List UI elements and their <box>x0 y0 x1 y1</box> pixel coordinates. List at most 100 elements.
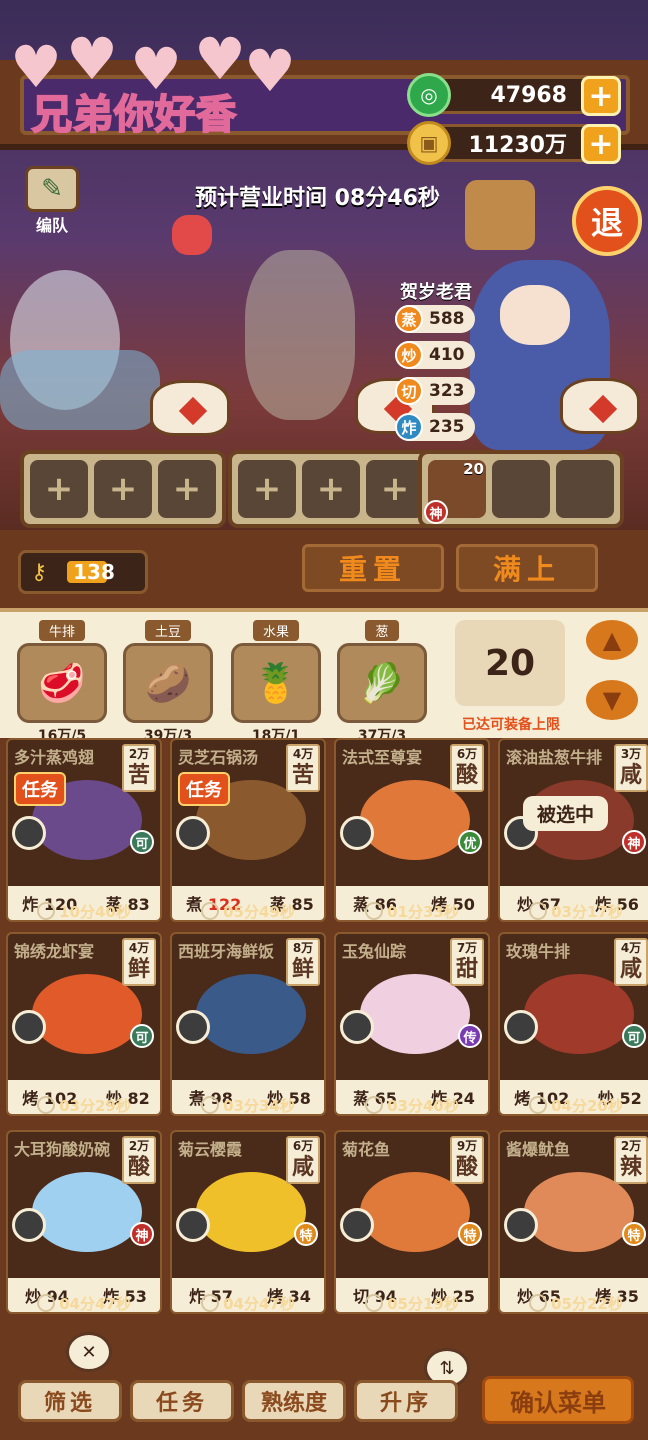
limit-warning: 已达可装备上限 <box>462 717 560 733</box>
recipe-price: 9万酸 <box>450 1136 484 1184</box>
recipe-card[interactable]: 多汁蒸鸡翅 2万苦任务可炸 120 蒸 83 <box>6 738 162 922</box>
recipe-card[interactable]: 大耳狗酸奶碗 2万酸神炒 94 炸 53 <box>6 1130 162 1314</box>
add-jade-button[interactable]: + <box>581 76 621 116</box>
decrease-arrow[interactable]: ▼ <box>586 680 638 720</box>
filter-button[interactable]: 筛选 <box>18 1380 122 1422</box>
empty-slot[interactable] <box>492 460 550 518</box>
sort-button[interactable]: 升序 <box>354 1380 458 1422</box>
taste-value: 酸 <box>127 1155 150 1180</box>
rank-badge: 特 <box>458 1222 482 1246</box>
helper-car <box>0 350 160 430</box>
taste-value: 辣 <box>619 1155 642 1180</box>
recipe-card[interactable]: 玫瑰牛排 4万咸可烤 102 炒 52 <box>498 932 648 1116</box>
stat-value: 588 <box>429 309 465 329</box>
price-value: 7万 <box>456 941 478 955</box>
clock-icon <box>201 1096 220 1114</box>
timer-value: 05分49秒 <box>223 902 295 921</box>
proficiency-button[interactable]: 熟练度 <box>242 1380 346 1422</box>
chef-avatar-icon <box>176 1208 210 1242</box>
recipe-card[interactable]: 玉兔仙踪 7万甜传蒸 65 炸 24 <box>334 932 490 1116</box>
fruit-icon: 🍍 <box>231 643 321 723</box>
recipe-card[interactable]: 法式至尊宴 6万酸优蒸 86 烤 50 <box>334 738 490 922</box>
recipe-card[interactable]: 酱爆鱿鱼 2万辣特炒 65 烤 35 <box>498 1130 648 1314</box>
recipe-card[interactable]: 西班牙海鲜饭 8万鲜煮 98 炒 58 <box>170 932 326 1116</box>
cook-timer: 04分47秒 <box>170 1290 326 1316</box>
steak-icon: 🥩 <box>17 643 107 723</box>
add-coins-button[interactable]: + <box>581 124 621 164</box>
ingredient-scallion[interactable]: 葱 🥬 37万/3 <box>334 620 430 745</box>
taste-value: 咸 <box>619 957 642 982</box>
cook-timer: 03分29秒 <box>6 1092 162 1118</box>
recipe-price: 2万酸 <box>122 1136 156 1184</box>
recipe-name: 玉兔仙踪 <box>342 942 407 961</box>
timer-value: 04分20秒 <box>551 1096 623 1115</box>
ingredient-steak[interactable]: 牛排 🥩 16万/5 <box>14 620 110 745</box>
chef-avatar-icon <box>176 816 210 850</box>
reset-button[interactable]: 重置 <box>302 544 444 592</box>
rank-badge: 神 <box>424 500 448 524</box>
chef-avatar-icon <box>12 816 46 850</box>
edit-team-label: 编队 <box>35 216 68 235</box>
recipe-price: 4万咸 <box>614 938 648 986</box>
confirm-menu-button[interactable]: 确认菜单 <box>482 1376 634 1424</box>
recipe-card[interactable]: 锦绣龙虾宴 4万鲜可烤 102 炒 82 <box>6 932 162 1116</box>
equipped-dish-slot[interactable]: 20 神 <box>424 460 486 524</box>
stat-value: 323 <box>429 381 465 401</box>
taste-value: 咸 <box>619 763 642 788</box>
key-icon: ⚷ <box>31 559 48 585</box>
coin-icon: ▣ <box>407 121 451 165</box>
recipe-card[interactable]: 菊花鱼 9万酸特切 94 炒 25 <box>334 1130 490 1314</box>
jade-icon: ◎ <box>407 73 451 117</box>
task-badge: 任务 <box>14 772 66 806</box>
empty-slot[interactable] <box>556 460 614 518</box>
cut-icon: 切 <box>395 377 423 405</box>
clock-icon <box>37 1096 56 1114</box>
edit-team-button[interactable]: ✎ 编队 <box>20 166 84 236</box>
team-book-icon: ✎ <box>25 166 79 212</box>
back-button[interactable]: 退 <box>572 186 642 256</box>
timer-value: 05分19秒 <box>387 1294 459 1313</box>
coin-counter: ▣ 11230万 + <box>407 121 621 165</box>
recipe-price: 2万辣 <box>614 1136 648 1184</box>
recipe-name: 酱爆鱿鱼 <box>506 1140 571 1159</box>
cook-timer: 03分40秒 <box>334 1092 490 1118</box>
chef-avatar-icon <box>340 1208 374 1242</box>
dish-image <box>196 974 306 1054</box>
empty-slot[interactable]: + <box>158 460 216 518</box>
recipe-price: 6万咸 <box>286 1136 320 1184</box>
stove-machine <box>465 180 535 250</box>
ingredient-fruit[interactable]: 水果 🍍 18万/1 <box>228 620 324 745</box>
recipe-price: 7万甜 <box>450 938 484 986</box>
empty-slot[interactable]: + <box>30 460 88 518</box>
price-value: 9万 <box>456 1139 478 1153</box>
dish-image <box>196 1172 306 1252</box>
rank-badge: 优 <box>458 830 482 854</box>
empty-slot[interactable]: + <box>94 460 152 518</box>
recipe-price: 8万鲜 <box>286 938 320 986</box>
timer-value: 10分40秒 <box>59 902 131 921</box>
jade-counter: ◎ 47968 + <box>407 73 621 117</box>
recipe-card[interactable]: 灵芝石锅汤 4万苦任务煮 122 蒸 85 <box>170 738 326 922</box>
clock-icon <box>201 1294 220 1312</box>
empty-slot[interactable]: + <box>302 460 360 518</box>
taste-value: 鲜 <box>127 957 150 982</box>
clear-filter-icon[interactable]: ✕ <box>66 1332 112 1372</box>
stirfry-icon: 炒 <box>395 341 423 369</box>
cook-timer: 05分22秒 <box>498 1290 648 1316</box>
increase-arrow[interactable]: ▲ <box>586 620 638 660</box>
recipe-name: 菊云樱霞 <box>178 1140 243 1159</box>
lantern <box>172 215 212 255</box>
ingredient-potato[interactable]: 土豆 🥔 39万/3 <box>120 620 216 745</box>
fill-up-button[interactable]: 满上 <box>456 544 598 592</box>
selected-badge: 被选中 <box>523 796 609 831</box>
recipe-card[interactable]: 菊云樱霞 6万咸特炸 57 烤 34 <box>170 1130 326 1314</box>
ingredient-tag: 葱 <box>365 620 399 641</box>
dish-image <box>32 974 142 1054</box>
timer-value: 03分29秒 <box>59 1096 131 1115</box>
rank-badge: 传 <box>458 1024 482 1048</box>
price-value: 2万 <box>128 1139 150 1153</box>
task-button[interactable]: 任务 <box>130 1380 234 1422</box>
empty-slot[interactable]: + <box>238 460 296 518</box>
dish-image <box>360 1172 470 1252</box>
empty-slot[interactable]: + <box>366 460 424 518</box>
